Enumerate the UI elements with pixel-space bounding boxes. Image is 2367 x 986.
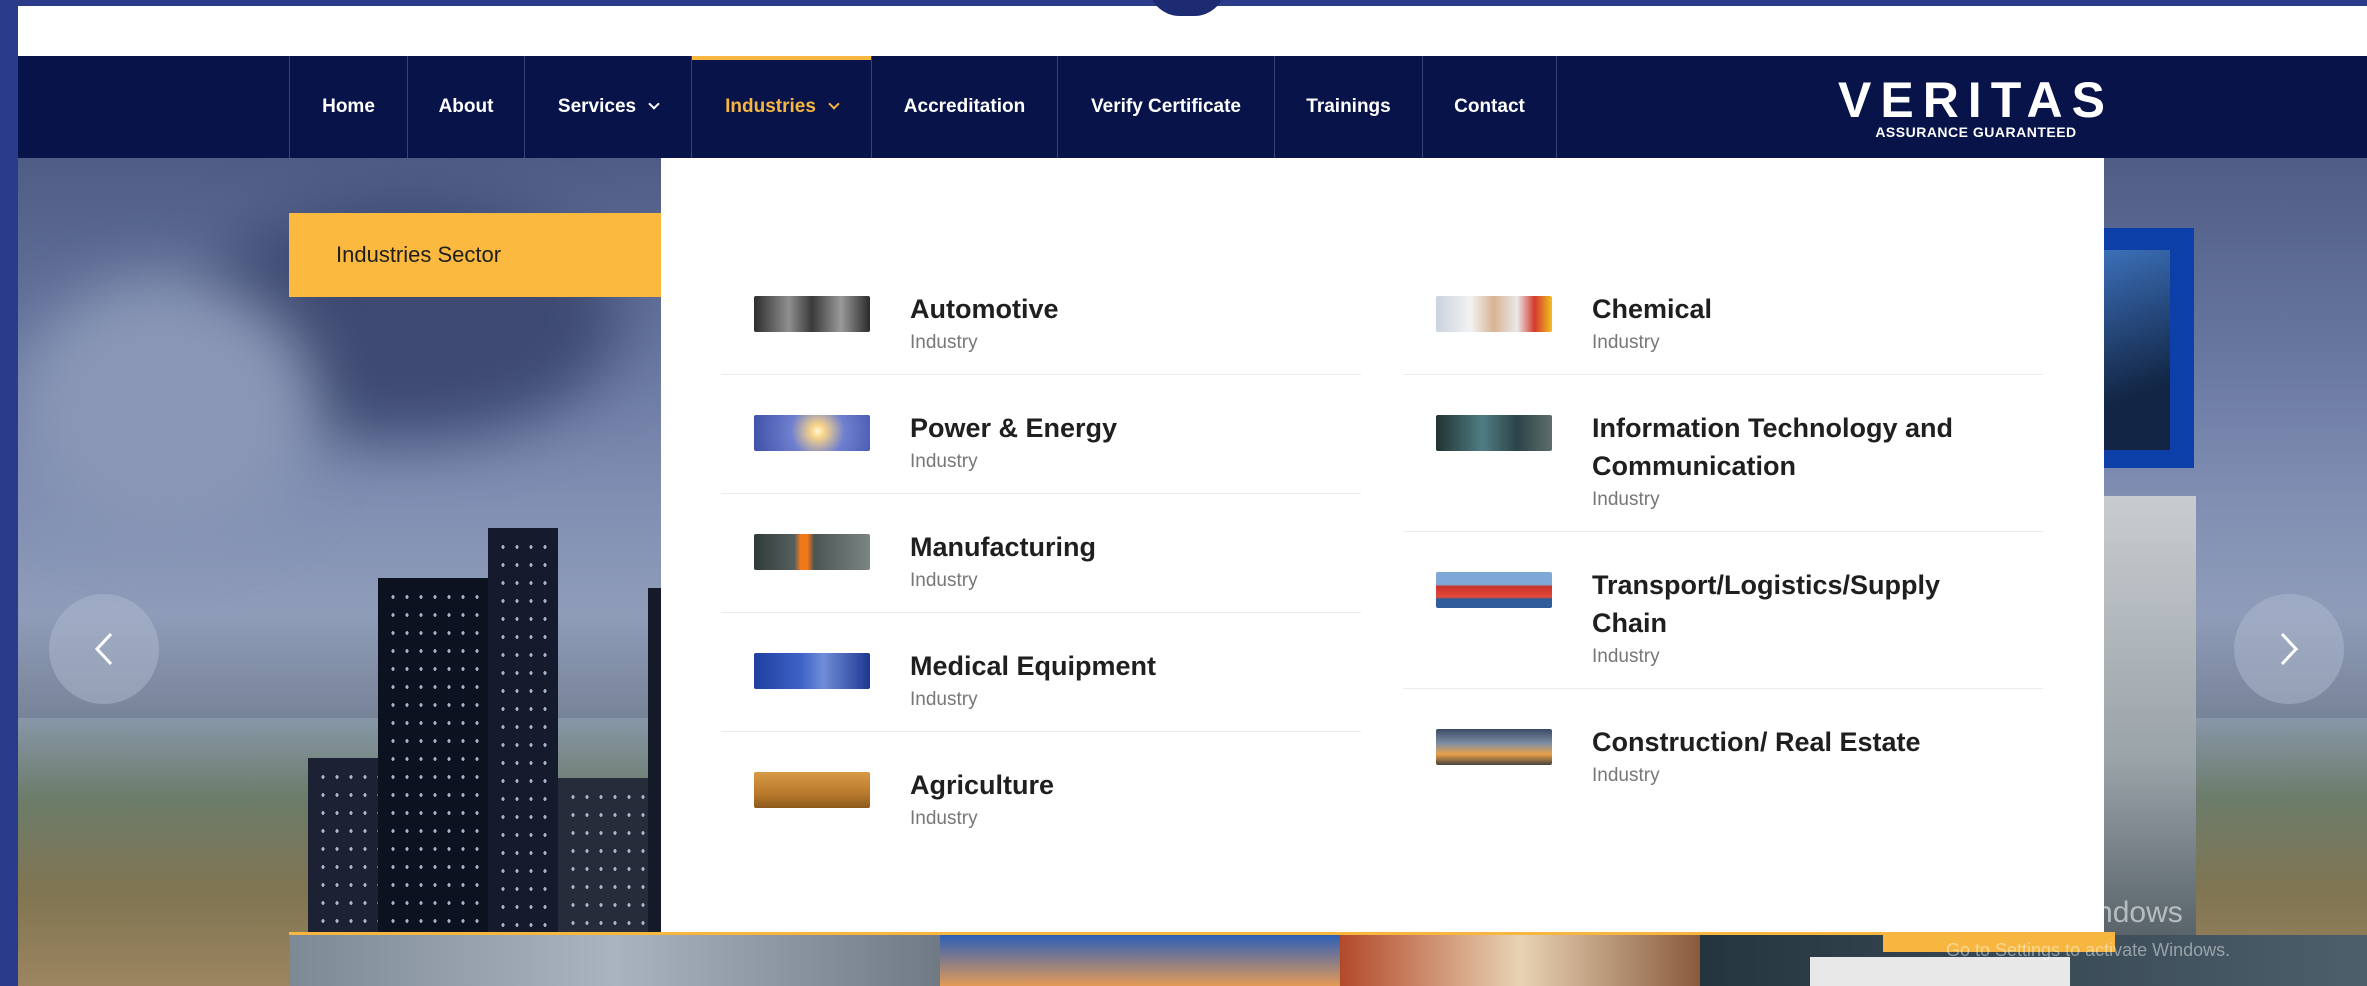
building — [488, 528, 558, 948]
nav-accreditation[interactable]: Accreditation — [872, 56, 1058, 158]
nav-contact[interactable]: Contact — [1423, 56, 1557, 158]
slide-card-image — [2104, 228, 2194, 468]
nav-verify-certificate[interactable]: Verify Certificate — [1058, 56, 1275, 158]
chemical-thumb — [1436, 296, 1552, 332]
industries-left-column: Automotive Industry Power & Energy Industr… — [721, 256, 1361, 850]
strip-image — [940, 935, 1340, 986]
mega-menu-bottom-border — [289, 932, 2104, 935]
industry-item-automotive[interactable]: Automotive Industry — [721, 256, 1361, 375]
decorative-white-block — [1810, 957, 2070, 986]
automotive-thumb — [754, 296, 870, 332]
industry-item-construction[interactable]: Construction/ Real Estate Industry — [1403, 689, 2043, 807]
logo-word: VERITAS — [1838, 72, 2114, 128]
hero-cloud — [18, 278, 318, 538]
industry-item-transport-logistics[interactable]: Transport/Logistics/Supply Chain Industry — [1403, 532, 2043, 689]
industry-item-chemical[interactable]: Chemical Industry — [1403, 256, 2043, 375]
nav-menu: Home About Services Industries Accredita… — [289, 56, 1557, 158]
construction-thumb — [1436, 729, 1552, 765]
strip-image — [290, 935, 940, 986]
transport-logistics-thumb — [1436, 572, 1552, 608]
it-communication-thumb — [1436, 415, 1552, 451]
main-navbar: Home About Services Industries Accredita… — [18, 56, 2367, 158]
carousel-prev-button[interactable] — [49, 594, 159, 704]
building — [378, 578, 498, 948]
industry-item-it-communication[interactable]: Information Technology and Communication… — [1403, 375, 2043, 532]
nav-about[interactable]: About — [408, 56, 525, 158]
activate-windows-watermark: Activate Windows — [1946, 896, 2183, 929]
slide-card-image — [2104, 496, 2196, 936]
industries-mega-menu: Automotive Industry Power & Energy Industr… — [661, 158, 2104, 932]
industry-item-medical-equipment[interactable]: Medical Equipment Industry — [721, 613, 1361, 732]
veritas-logo[interactable]: VERITAS ASSURANCE GUARANTEED — [1826, 74, 2126, 140]
nav-home[interactable]: Home — [290, 56, 408, 158]
chevron-left-icon — [94, 632, 113, 666]
nav-industries[interactable]: Industries — [692, 56, 872, 158]
building — [308, 758, 388, 948]
nav-trainings[interactable]: Trainings — [1275, 56, 1423, 158]
hero-skyline — [288, 528, 698, 948]
top-logo-arc — [1148, 0, 1226, 16]
chevron-down-icon — [828, 98, 840, 110]
chevron-right-icon — [2280, 632, 2299, 666]
frame-left — [0, 0, 18, 986]
power-energy-thumb — [754, 415, 870, 451]
industry-item-power-energy[interactable]: Power & Energy Industry — [721, 375, 1361, 494]
industries-right-column: Chemical Industry Information Technology … — [1403, 256, 2043, 807]
agriculture-thumb — [754, 772, 870, 808]
nav-services[interactable]: Services — [525, 56, 692, 158]
chevron-down-icon — [648, 98, 660, 110]
industry-item-manufacturing[interactable]: Manufacturing Industry — [721, 494, 1361, 613]
activate-windows-subtext: Go to Settings to activate Windows. — [1946, 940, 2231, 960]
medical-equipment-thumb — [754, 653, 870, 689]
carousel-next-button[interactable] — [2234, 594, 2344, 704]
top-header-bar — [18, 0, 2367, 56]
industries-sector-tab[interactable]: Industries Sector — [289, 213, 673, 297]
industry-item-agriculture[interactable]: Agriculture Industry — [721, 732, 1361, 850]
manufacturing-thumb — [754, 534, 870, 570]
strip-image — [1340, 935, 1700, 986]
